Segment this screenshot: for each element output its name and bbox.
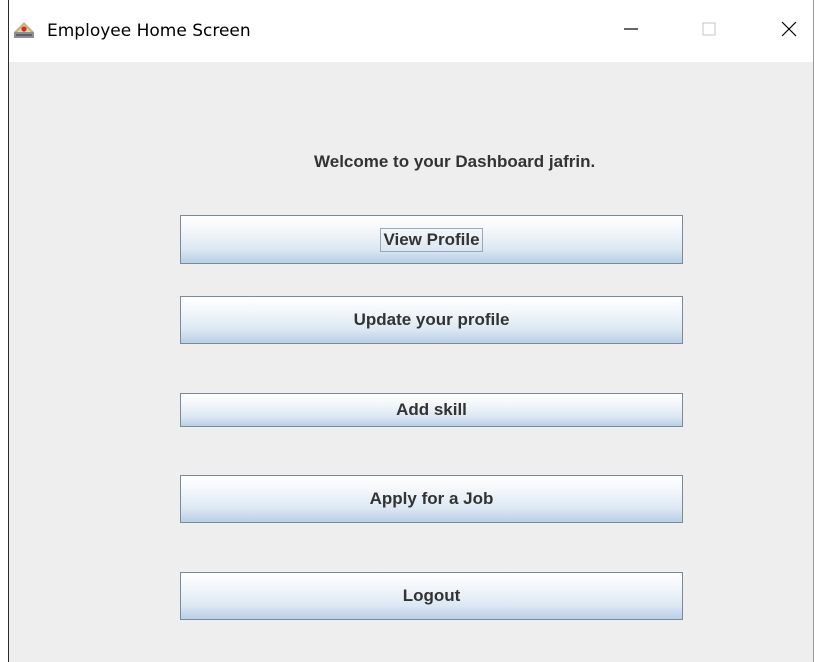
close-icon (780, 20, 798, 43)
maximize-icon (701, 21, 717, 42)
logout-label: Logout (402, 586, 461, 605)
employee-home-window: Employee Home Screen Welcome to your Das… (8, 0, 814, 662)
view-profile-button[interactable]: View Profile (180, 215, 683, 264)
add-skill-label: Add skill (396, 400, 467, 419)
logout-button[interactable]: Logout (180, 572, 683, 620)
maximize-button[interactable] (679, 0, 739, 62)
update-profile-label: Update your profile (353, 310, 510, 329)
dashboard-panel: Welcome to your Dashboard jafrin. View P… (9, 62, 813, 662)
minimize-button[interactable] (601, 0, 661, 62)
title-bar[interactable]: Employee Home Screen (9, 0, 813, 62)
view-profile-label: View Profile (380, 227, 483, 252)
window-title: Employee Home Screen (47, 21, 251, 41)
java-app-icon (13, 20, 37, 40)
apply-job-button[interactable]: Apply for a Job (180, 475, 683, 523)
update-profile-button[interactable]: Update your profile (180, 296, 683, 344)
add-skill-button[interactable]: Add skill (180, 393, 683, 427)
minimize-icon (623, 21, 639, 42)
apply-job-label: Apply for a Job (369, 489, 494, 508)
welcome-label: Welcome to your Dashboard jafrin. (314, 152, 596, 171)
close-button[interactable] (759, 0, 815, 62)
